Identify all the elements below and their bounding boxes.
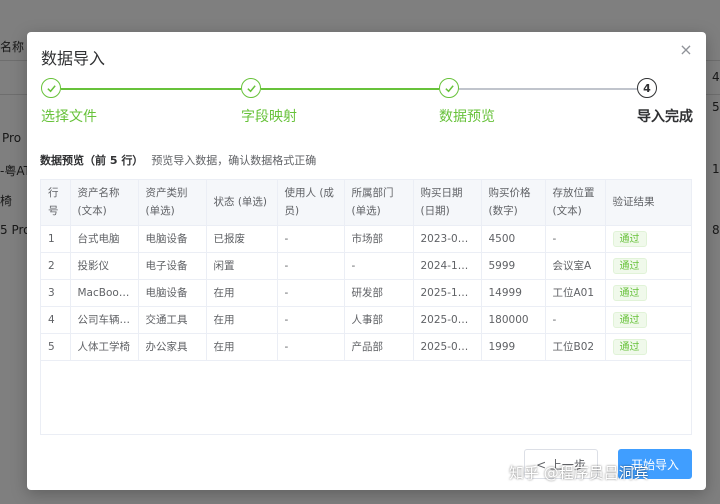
table-cell: 产品部 [344,333,414,361]
step-connector [261,88,439,90]
table-cell: 2023-08-15 [413,225,482,253]
table-cell: 投影仪 [70,252,139,280]
preview-caption: 数据预览（前 5 行） 预览导入数据，确认数据格式正确 [40,152,316,168]
table-cell: 人事部 [344,306,414,334]
table-cell: 人体工学椅 [70,333,139,361]
table-cell: 台式电脑 [70,225,139,253]
column-header: 资产名称 (文本) [70,180,139,226]
table-cell: 4500 [481,225,546,253]
column-header: 所属部门 (单选) [344,180,414,226]
table-cell: 通过 [605,252,691,280]
column-header: 验证结果 [605,180,691,226]
table-cell: 3 [41,279,71,307]
table-cell: - [344,252,414,280]
column-header: 存放位置 (文本) [545,180,606,226]
column-header: 资产类别 (单选) [138,180,207,226]
table-cell: 工位B02 [545,333,606,361]
table-cell: 5 [41,333,71,361]
validation-pass-badge: 通过 [612,311,647,328]
step-connector [459,88,637,90]
table-cell: 在用 [206,279,278,307]
table-cell: 在用 [206,333,278,361]
column-header: 行号 [41,180,71,226]
import-steps: 选择文件 字段映射 数据预览 4 导入完成 [41,78,693,128]
check-icon [41,78,61,98]
step-label: 选择文件 [41,109,97,125]
table-row: 3 MacBook ... 电脑设备 在用 - 研发部 2025-11-12 14999 工位A… [41,279,691,307]
table-cell: 2025-07-15 [413,306,482,334]
table-cell: - [277,333,345,361]
table-cell: 研发部 [344,279,414,307]
close-icon[interactable]: × [678,42,694,58]
table-cell: 2025-05-11 [413,333,482,361]
step-import-complete: 4 导入完成 [637,78,693,125]
column-header: 状态 (单选) [206,180,278,226]
table-cell: 4 [41,306,71,334]
table-cell: 通过 [605,225,691,253]
step-label: 字段映射 [241,109,297,125]
step-label: 数据预览 [439,109,495,125]
validation-pass-badge: 通过 [612,338,647,355]
watermark: 知乎 @程序员吕洞宾 [509,464,649,482]
table-cell: 市场部 [344,225,414,253]
table-cell: 会议室A [545,252,606,280]
table-cell: 电子设备 [138,252,207,280]
step-label: 导入完成 [637,109,693,125]
check-icon [241,78,261,98]
column-header: 购买日期 (日期) [413,180,482,226]
table-cell: MacBook ... [70,279,139,307]
table-cell: - [277,252,345,280]
table-cell: 2024-12-27 [413,252,482,280]
table-cell: 电脑设备 [138,225,207,253]
table-header-row: 行号 资产名称 (文本) 资产类别 (单选) 状态 (单选) 使用人 (成员) … [41,180,691,226]
table-cell: 180000 [481,306,546,334]
table-cell: 电脑设备 [138,279,207,307]
table-cell: 1 [41,225,71,253]
step-field-mapping: 字段映射 [241,78,297,125]
table-row: 4 公司车辆-... 交通工具 在用 - 人事部 2025-07-15 180000- 通过 [41,306,691,334]
step-data-preview: 数据预览 [439,78,495,125]
table-cell: - [277,306,345,334]
preview-subtitle: 预览导入数据，确认数据格式正确 [151,154,317,167]
table-cell: 交通工具 [138,306,207,334]
table-row: 5 人体工学椅 办公家具 在用 - 产品部 2025-05-11 1999 工位B02 通过 [41,333,691,361]
table-cell: 14999 [481,279,546,307]
table-cell: 公司车辆-... [70,306,139,334]
table-row: 2 投影仪 电子设备 闲置 - -2024-12-27 5999 会议室A 通过 [41,252,691,280]
table-cell: - [545,306,606,334]
table-cell: - [277,279,345,307]
table-cell: 2025-11-12 [413,279,482,307]
column-header: 使用人 (成员) [277,180,345,226]
validation-pass-badge: 通过 [612,257,647,274]
import-dialog: 数据导入 × 选择文件 字段映射 数据预览 4 导入完成 数据预览（前 5 行）… [27,32,706,490]
step-connector [61,88,241,90]
table-cell: 通过 [605,333,691,361]
table-cell: 工位A01 [545,279,606,307]
step-number-icon: 4 [637,78,657,98]
preview-table: 行号 资产名称 (文本) 资产类别 (单选) 状态 (单选) 使用人 (成员) … [40,179,692,435]
dialog-title: 数据导入 [41,49,106,68]
check-icon [439,78,459,98]
table-cell: 闲置 [206,252,278,280]
step-select-file: 选择文件 [41,78,97,125]
table-cell: 办公家具 [138,333,207,361]
table-cell: 2 [41,252,71,280]
preview-title: 数据预览（前 5 行） [40,154,144,167]
table-row: 1 台式电脑 电脑设备 已报废 - 市场部 2023-08-15 4500- 通过 [41,225,691,253]
column-header: 购买价格 (数字) [481,180,546,226]
validation-pass-badge: 通过 [612,230,647,247]
table-cell: 通过 [605,306,691,334]
validation-pass-badge: 通过 [612,284,647,301]
table-cell: 在用 [206,306,278,334]
table-cell: - [545,225,606,253]
table-cell: - [277,225,345,253]
table-cell: 1999 [481,333,546,361]
table-cell: 已报废 [206,225,278,253]
table-cell: 5999 [481,252,546,280]
table-cell: 通过 [605,279,691,307]
